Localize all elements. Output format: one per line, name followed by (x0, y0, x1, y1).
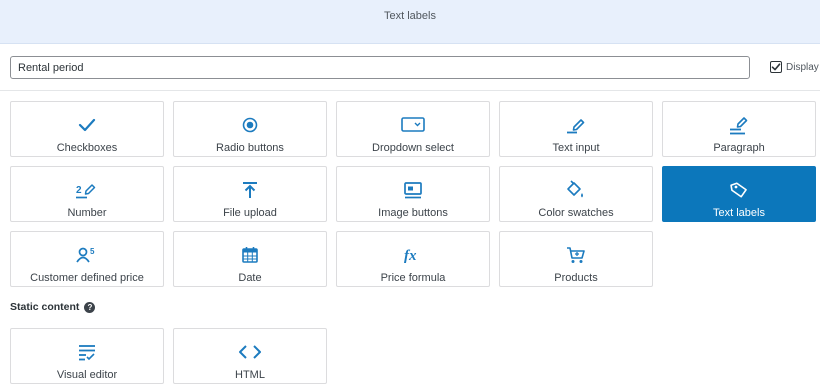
image-buttons-icon (403, 180, 423, 200)
paragraph-icon (728, 115, 750, 135)
field-type-products[interactable]: Products (499, 231, 653, 287)
tile-label: Paragraph (713, 142, 765, 154)
display-toggle[interactable]: Display (770, 61, 819, 73)
field-type-customer-defined-price[interactable]: 5 Customer defined price (10, 231, 164, 287)
text-input-icon (565, 115, 587, 135)
panel-title: Text labels (384, 10, 436, 22)
field-type-price-formula[interactable]: fx Price formula (336, 231, 490, 287)
panel-header: Text labels (0, 0, 820, 44)
tile-label: Products (554, 272, 598, 284)
fx-icon: fx (402, 245, 424, 265)
tile-label: Checkboxes (56, 142, 118, 154)
field-type-dropdown-select[interactable]: Dropdown select (336, 101, 490, 157)
svg-text:fx: fx (404, 248, 417, 264)
tile-label: HTML (235, 369, 265, 381)
tile-label: Image buttons (378, 207, 448, 219)
tile-label: Dropdown select (372, 142, 454, 154)
static-type-html[interactable]: HTML (173, 328, 327, 384)
static-content-heading: Static content ? (10, 301, 96, 313)
display-checkbox[interactable] (770, 61, 782, 73)
tile-label: Text input (552, 142, 600, 154)
code-icon (238, 342, 262, 362)
help-icon[interactable]: ? (84, 301, 96, 313)
tile-label: Number (67, 207, 107, 219)
upload-icon (241, 180, 259, 200)
static-type-visual-editor[interactable]: Visual editor (10, 328, 164, 384)
static-content-title: Static content (10, 301, 80, 313)
checkmark-small-icon (771, 63, 781, 71)
field-type-image-buttons[interactable]: Image buttons (336, 166, 490, 222)
field-type-color-swatches[interactable]: Color swatches (499, 166, 653, 222)
checkmark-icon (78, 115, 96, 135)
display-label: Display (786, 61, 819, 73)
field-type-checkboxes[interactable]: Checkboxes (10, 101, 164, 157)
tile-label: Date (238, 272, 262, 284)
tile-label: Visual editor (56, 369, 118, 381)
field-type-date[interactable]: Date (173, 231, 327, 287)
field-type-text-input[interactable]: Text input (499, 101, 653, 157)
tile-label: Price formula (380, 272, 446, 284)
paint-bucket-icon (565, 180, 587, 200)
field-type-paragraph[interactable]: Paragraph (662, 101, 816, 157)
svg-text:2: 2 (76, 185, 82, 196)
tile-label: Radio buttons (216, 142, 284, 154)
field-type-radio-buttons[interactable]: Radio buttons (173, 101, 327, 157)
tile-label: File upload (223, 207, 277, 219)
tile-label: Customer defined price (30, 272, 144, 284)
customer-price-icon: 5 (75, 245, 99, 265)
svg-text:5: 5 (90, 247, 95, 256)
field-name-input[interactable] (10, 56, 750, 79)
field-type-text-labels[interactable]: Text labels (662, 166, 816, 222)
field-type-number[interactable]: 2 Number (10, 166, 164, 222)
tile-label: Text labels (713, 207, 765, 219)
tile-label: Color swatches (538, 207, 614, 219)
radio-icon (242, 115, 258, 135)
field-type-file-upload[interactable]: File upload (173, 166, 327, 222)
number-icon: 2 (75, 180, 99, 200)
dropdown-icon (401, 115, 425, 135)
visual-editor-icon (77, 342, 97, 362)
field-name-row: Display (10, 56, 819, 80)
cart-icon (566, 245, 586, 265)
section-divider (0, 90, 820, 91)
tag-icon (729, 180, 749, 200)
calendar-icon (241, 245, 259, 265)
